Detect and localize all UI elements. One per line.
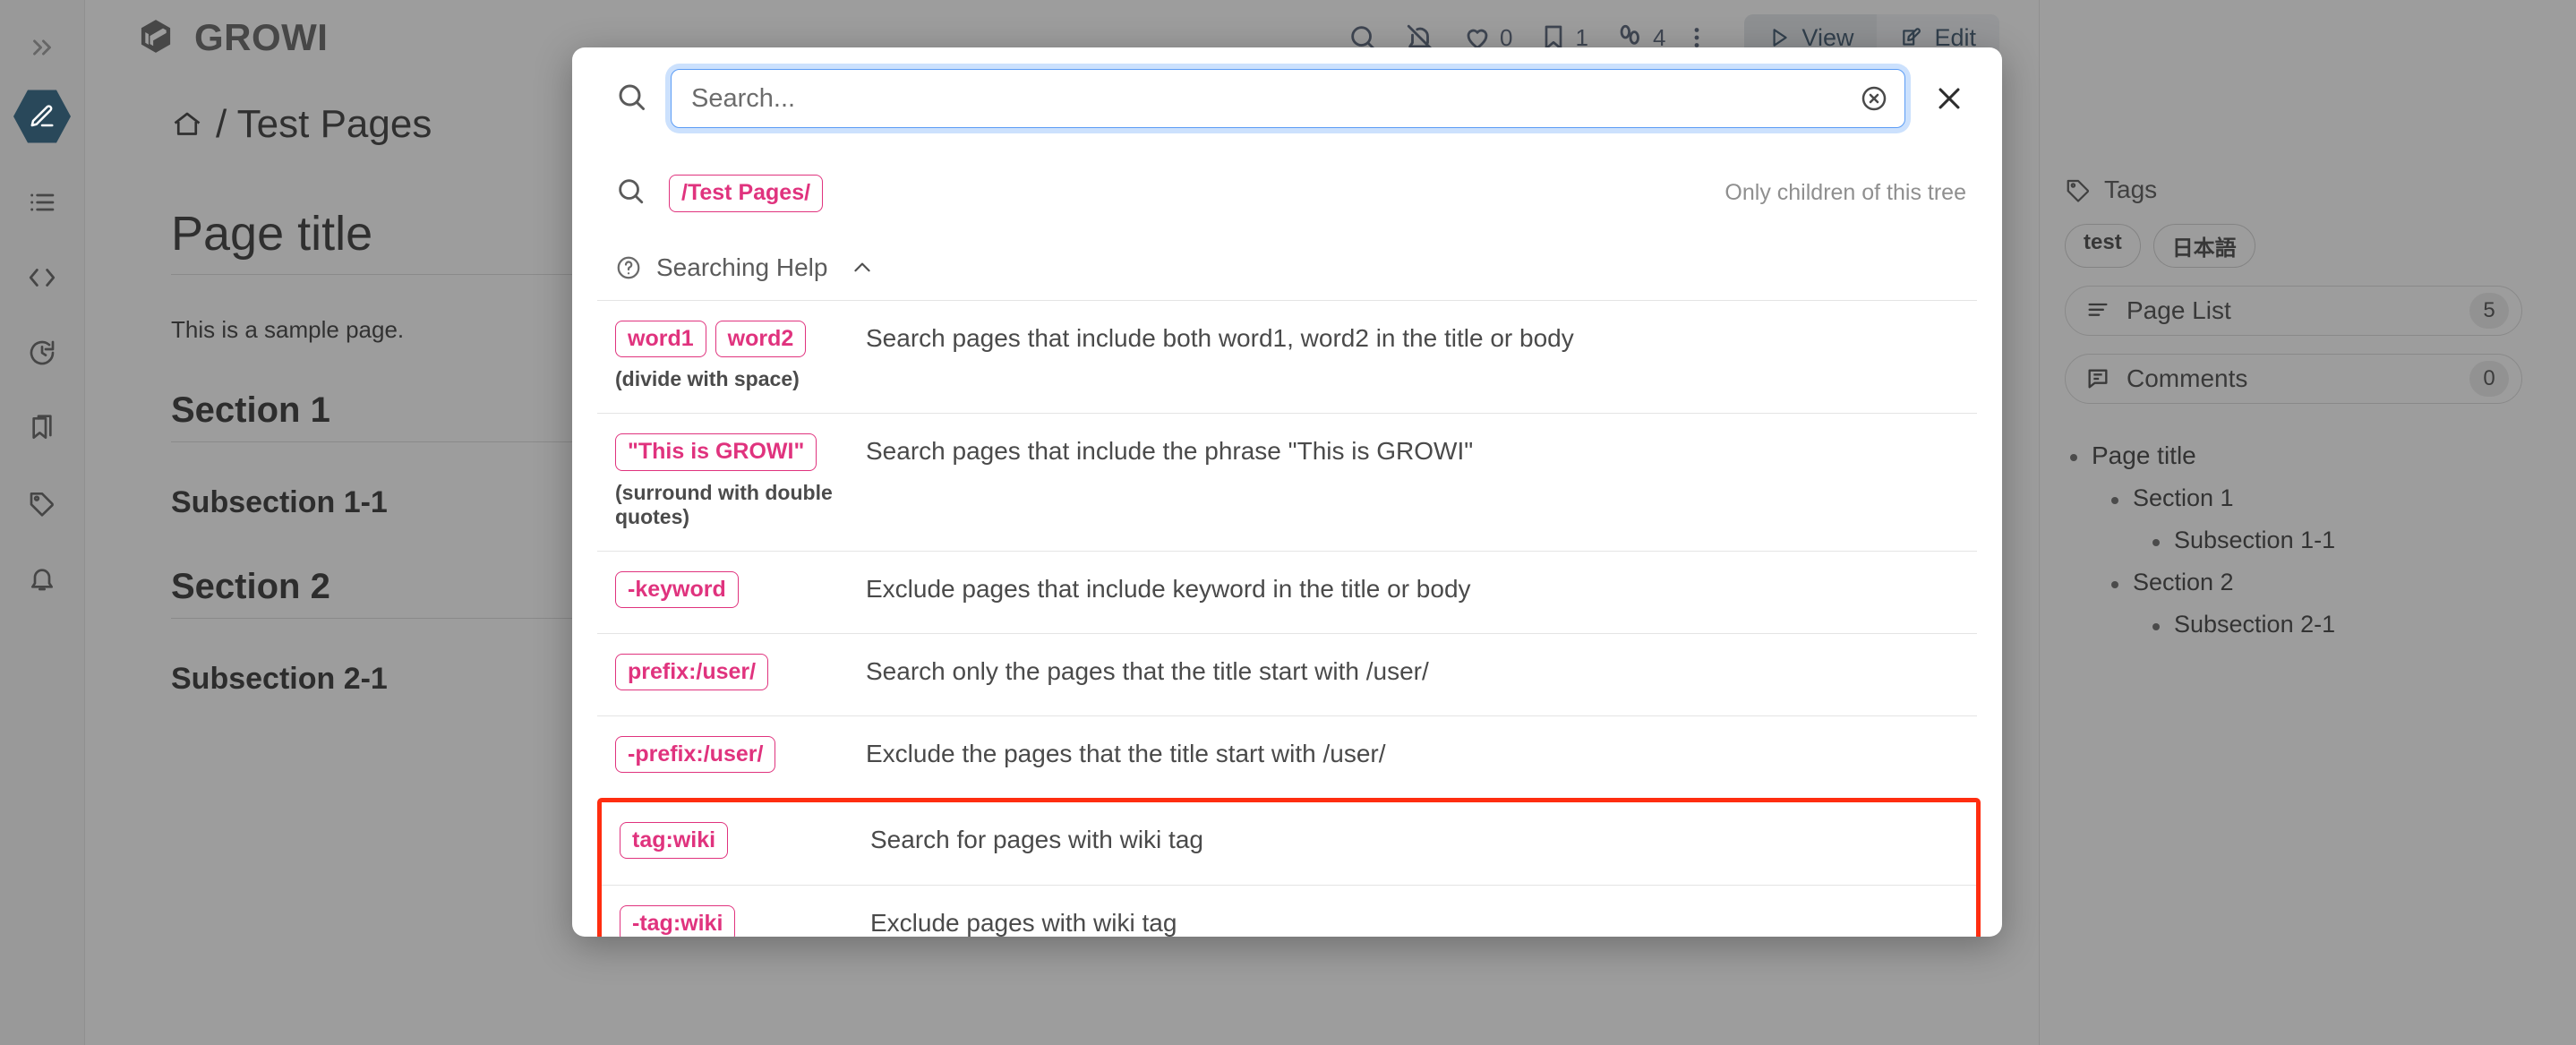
help-row-description: Search only the pages that the title sta… <box>866 656 1429 685</box>
search-icon <box>615 176 646 210</box>
help-row-syntax: tag:wiki <box>620 821 870 859</box>
help-row: -prefix:/user/ Exclude the pages that th… <box>597 715 1977 798</box>
syntax-badge: -keyword <box>615 570 739 608</box>
help-row-note: (surround with double quotes) <box>615 480 833 528</box>
close-icon[interactable] <box>1929 78 1970 119</box>
help-row: -tag:wiki Exclude pages with wiki tag <box>602 884 1976 937</box>
help-badges: -keyword <box>615 570 866 608</box>
search-modal: /Test Pages/ Only children of this tree … <box>572 47 2002 937</box>
highlighted-tag-rows: tag:wiki Search for pages with wiki tag … <box>597 797 1981 937</box>
help-row-description: Search pages that include both word1, wo… <box>866 323 1574 352</box>
help-row: -keyword Exclude pages that include keyw… <box>597 550 1977 633</box>
help-badges: prefix:/user/ <box>615 653 866 690</box>
syntax-badge: word2 <box>715 320 807 357</box>
search-row <box>572 47 2002 151</box>
search-scope-row[interactable]: /Test Pages/ Only children of this tree <box>572 151 2002 237</box>
help-badges: tag:wiki <box>620 821 870 859</box>
help-row-syntax: -tag:wiki <box>620 904 870 937</box>
help-row-syntax: prefix:/user/ <box>615 653 866 690</box>
scope-badge: /Test Pages/ <box>669 175 824 212</box>
pencil-icon <box>30 105 54 127</box>
scope-hint: Only children of this tree <box>1724 180 1966 206</box>
help-row-syntax: "This is GROWI" (surround with double qu… <box>615 433 866 529</box>
help-badges: "This is GROWI" <box>615 433 866 471</box>
question-mark-icon <box>615 254 642 281</box>
screen-root: GROWI 0 <box>0 0 2576 1045</box>
help-row-description: Search pages that include the phrase "Th… <box>866 437 1474 465</box>
syntax-badge: -prefix:/user/ <box>615 735 776 773</box>
searching-help-label: Searching Help <box>656 253 828 281</box>
chevron-up-icon <box>851 256 874 279</box>
help-row-syntax: word1 word2 (divide with space) <box>615 320 866 392</box>
help-row-syntax: -keyword <box>615 570 866 608</box>
help-row-description: Search for pages with wiki tag <box>870 825 1203 853</box>
help-row-description: Exclude pages that include keyword in th… <box>866 574 1471 603</box>
help-row: word1 word2 (divide with space) Search p… <box>597 299 1977 414</box>
syntax-badge: -tag:wiki <box>620 904 736 937</box>
help-row: tag:wiki Search for pages with wiki tag <box>602 802 1976 885</box>
help-row-note: (divide with space) <box>615 367 800 390</box>
help-row-syntax: -prefix:/user/ <box>615 735 866 773</box>
search-input[interactable] <box>672 70 1904 127</box>
help-badges: -prefix:/user/ <box>615 735 866 773</box>
syntax-badge: "This is GROWI" <box>615 433 817 471</box>
searching-help-table: word1 word2 (divide with space) Search p… <box>572 299 2002 798</box>
search-input-wrapper <box>671 69 1905 128</box>
help-row: "This is GROWI" (surround with double qu… <box>597 413 1977 551</box>
search-icon <box>615 81 647 117</box>
clear-search-icon[interactable] <box>1860 84 1888 113</box>
syntax-badge: prefix:/user/ <box>615 653 769 690</box>
help-badges: -tag:wiki <box>620 904 870 937</box>
help-row-description: Exclude the pages that the title start w… <box>866 739 1386 767</box>
help-badges: word1 word2 <box>615 320 866 357</box>
help-row-description: Exclude pages with wiki tag <box>870 908 1177 937</box>
searching-help-toggle[interactable]: Searching Help <box>572 237 2002 300</box>
syntax-badge: tag:wiki <box>620 821 729 859</box>
help-row: prefix:/user/ Search only the pages that… <box>597 632 1977 715</box>
syntax-badge: word1 <box>615 320 706 357</box>
